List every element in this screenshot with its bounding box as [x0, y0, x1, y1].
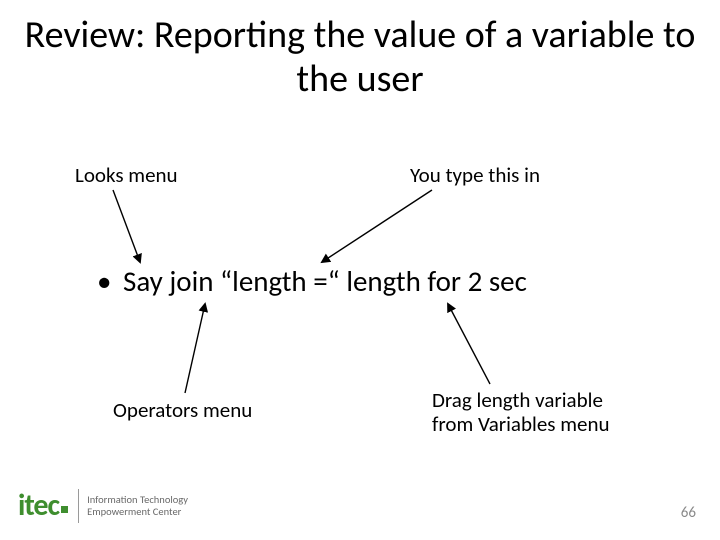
bullet-item: •Say join “length =“ length for 2 sec [97, 266, 527, 298]
label-looks-menu: Looks menu [75, 163, 178, 187]
label-you-type: You type this in [410, 163, 540, 187]
logo-mark: itec [18, 491, 68, 521]
page-number: 66 [681, 504, 696, 522]
logo: itec Information Technology Empowerment … [18, 489, 188, 523]
logo-separator [78, 489, 79, 523]
label-drag-variable: Drag length variable from Variables menu [432, 388, 642, 436]
bullet-text: Say join “length =“ length for 2 sec [123, 263, 527, 299]
label-operators-menu: Operators menu [113, 398, 252, 422]
slide-title: Review: Reporting the value of a variabl… [0, 14, 720, 101]
bullet-marker: • [97, 266, 123, 298]
logo-text: Information Technology Empowerment Cente… [87, 494, 188, 518]
